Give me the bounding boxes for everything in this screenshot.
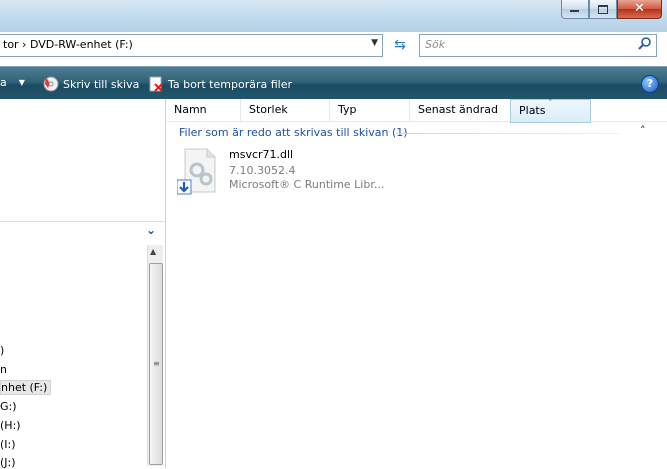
nav-item[interactable]: (H:) [0,419,21,432]
file-version: 7.10.3052.4 [229,164,296,177]
column-type-label: Typ [338,103,357,116]
address-bar[interactable]: tor › DVD-RW-enhet (F:) ▼ [0,34,383,57]
minimize-icon [570,10,579,12]
sort-ascending-icon: ˆ [548,99,553,109]
column-type[interactable]: Typ [330,99,410,121]
column-name-label: Namn [174,103,207,116]
file-description: Microsoft® C Runtime Libr... [229,178,385,191]
scroll-up-icon[interactable]: ▲ [150,247,156,256]
chevron-down-icon: ▼ [18,78,25,87]
column-location-label: Plats [519,104,546,117]
search-placeholder: Sök [425,38,446,51]
nav-item[interactable]: (I:) [0,438,16,451]
grip-icon: ≡ [153,359,160,368]
maximize-icon [598,5,608,14]
column-size-label: Storlek [249,103,288,116]
scroll-thumb[interactable]: ≡ [149,263,163,465]
nav-scrollbar[interactable]: ▲ ≡ [147,245,163,466]
group-divider [396,133,621,134]
delete-temp-files-button[interactable]: Ta bort temporära filer [148,76,292,92]
minimize-button[interactable] [561,0,589,19]
chevron-down-icon[interactable]: ⌄ [146,223,156,237]
search-input[interactable]: Sök [419,34,657,57]
delete-temp-label: Ta bort temporära filer [168,77,292,91]
burn-label: Skriv till skiva [63,77,140,91]
delete-temp-files-icon [149,76,163,92]
command-toolbar: a ▼ Skriv till skiva Ta bort temporära f… [0,66,667,100]
search-icon[interactable] [637,36,653,52]
title-bar: ✕ [0,0,667,32]
burn-to-disc-button[interactable]: Skriv till skiva [43,76,139,92]
help-icon[interactable]: ? [641,75,659,93]
toolbar-partial-label: a [0,76,7,89]
nav-item[interactable]: ) [0,344,4,357]
navigation-pane: ⌄ [0,99,166,468]
column-location[interactable]: Plats ˆ [510,99,591,123]
file-name[interactable]: msvcr71.dll [229,148,293,161]
nav-item[interactable]: G:) [0,400,17,413]
address-path: tor › DVD-RW-enhet (F:) [3,38,133,51]
nav-item[interactable]: (J:) [0,456,16,469]
column-name[interactable]: Namn [166,99,241,121]
column-size[interactable]: Storlek [241,99,330,121]
refresh-button[interactable]: ⇆ [390,36,410,54]
refresh-icon: ⇆ [394,37,406,53]
nav-item-dvd-rw[interactable]: nhet (F:) [0,380,52,395]
toolbar-organize-button[interactable]: a ▼ [0,76,25,89]
disc-burn-icon [43,76,59,92]
maximize-button[interactable] [589,0,617,19]
column-header-bar: Namn Storlek Typ Senast ändrad Plats ˆ [166,99,667,123]
pane-divider [0,221,165,222]
column-modified-label: Senast ändrad [418,103,498,116]
address-dropdown-icon[interactable]: ▼ [371,38,378,48]
close-button[interactable]: ✕ [617,0,662,19]
column-modified[interactable]: Senast ändrad [410,99,511,121]
chevron-up-icon[interactable]: ˄ [640,124,646,137]
nav-item[interactable]: n [0,363,7,376]
window-controls: ✕ [561,0,662,19]
group-header[interactable]: Filer som är redo att skrivas till skiva… [179,126,408,139]
close-icon: ✕ [634,1,645,16]
dll-file-icon[interactable] [177,146,223,196]
